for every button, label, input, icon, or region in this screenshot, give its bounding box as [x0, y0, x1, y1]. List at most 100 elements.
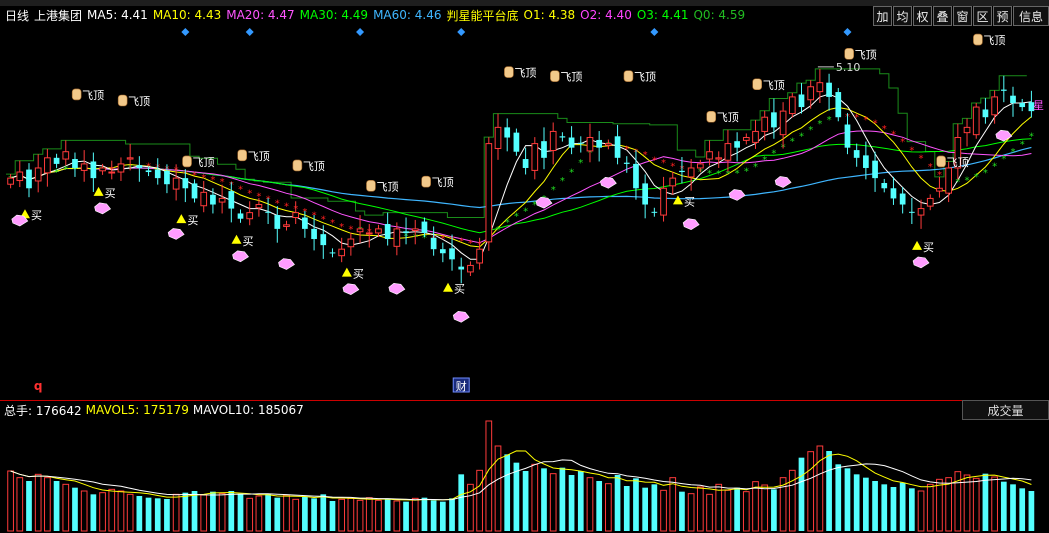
volume-bar-down — [136, 496, 143, 531]
candle-body-down — [642, 183, 649, 205]
volume-bar-up — [724, 489, 732, 532]
fly-top-label: 飞顶 — [128, 95, 150, 108]
volume-bar-down — [881, 484, 888, 531]
mavol5-line — [10, 450, 1032, 501]
candle-body-up — [586, 137, 594, 152]
stock-name: 上港集团 — [34, 8, 83, 23]
trend-star: * — [762, 155, 767, 166]
candle-body-down — [826, 82, 832, 97]
fly-top-label: 飞顶 — [717, 111, 739, 124]
ma10-value: MA10: 4.43 — [152, 8, 222, 22]
volume-bar-up — [485, 420, 493, 532]
fly-top-label: 飞顶 — [193, 156, 215, 169]
fly-top-label: 飞顶 — [947, 156, 969, 169]
hand-icon — [844, 48, 854, 60]
trend-star: * — [523, 206, 528, 217]
volume-selector-button[interactable]: 成交量 — [962, 400, 1049, 420]
o1-value: O1: 4.38 — [523, 8, 576, 22]
trend-star: * — [514, 211, 519, 222]
volume-bar-up — [126, 493, 134, 532]
volume-bar-up — [375, 499, 382, 532]
volume-bar-up — [44, 477, 51, 532]
info-button[interactable]: 信息 — [1013, 6, 1049, 26]
price-chart[interactable]: * * * * * * * * * * * * * * * * * * * * * * * * * * * * * * * * * * * * * * * *… — [0, 26, 1049, 398]
volume-bar-down — [329, 501, 336, 531]
candle-body-up — [788, 96, 796, 115]
fly-top-label: 飞顶 — [303, 160, 325, 173]
trend-star: * — [569, 168, 574, 179]
diamond-icon — [600, 176, 617, 189]
mavol5-value: MAVOL5: 175179 — [85, 403, 189, 417]
buy-arrow-icon — [443, 282, 454, 292]
trend-star: * — [321, 214, 326, 225]
volume-bar-up — [742, 491, 750, 532]
trend-star: * — [707, 168, 712, 179]
volume-bar-down — [1019, 488, 1026, 531]
volume-bar-up — [605, 483, 612, 532]
ma20-value: MA20: 4.47 — [226, 8, 295, 22]
trend-star: * — [873, 119, 878, 130]
volume-bar-down — [421, 497, 428, 531]
volume-bar-up — [816, 445, 824, 532]
candle-body-down — [881, 182, 888, 189]
buy-arrow-icon — [231, 234, 242, 244]
trend-star: * — [909, 146, 914, 157]
volume-bar-up — [365, 497, 373, 532]
forecast-button[interactable]: 预 — [993, 6, 1012, 26]
window-button[interactable]: 窗 — [953, 6, 972, 26]
volume-bar-up — [172, 493, 180, 532]
fly-top-label: 飞顶 — [82, 89, 104, 102]
overlay-button[interactable]: 叠 — [933, 6, 952, 26]
trend-star: * — [330, 218, 335, 229]
volume-bar-down — [26, 481, 32, 531]
average-button[interactable]: 均 — [893, 6, 912, 26]
trend-star: * — [983, 168, 988, 179]
hand-icon — [973, 33, 983, 46]
trend-star: * — [1020, 139, 1025, 150]
diamond-icon — [94, 202, 112, 215]
range-button[interactable]: 区 — [973, 6, 992, 26]
candle-body-down — [863, 155, 869, 168]
trend-star: * — [459, 236, 464, 247]
period-label[interactable]: 日线 — [5, 7, 29, 24]
fly-top-marker: 飞顶 — [504, 66, 536, 80]
buy-label: 买 — [243, 235, 254, 248]
candle-body-up — [467, 264, 474, 273]
candle-body-down — [899, 193, 906, 205]
candle-body-up — [365, 232, 373, 235]
candle-body-up — [283, 224, 290, 227]
hand-icon — [752, 78, 763, 91]
volume-bar-down — [522, 471, 529, 531]
fly-top-marker: 飞顶 — [550, 70, 582, 84]
trend-star: * — [900, 137, 905, 148]
volume-bar-down — [642, 487, 649, 531]
candle-body-down — [439, 249, 446, 254]
trend-star: * — [771, 149, 776, 160]
volume-bar-up — [586, 477, 594, 532]
o3-value: O3: 4.41 — [636, 8, 689, 22]
candle-body-up — [761, 116, 769, 132]
candle-body-up — [752, 130, 759, 143]
fly-top-label: 飞顶 — [983, 34, 1005, 47]
volume-bar-up — [917, 490, 925, 532]
candle-body-down — [26, 169, 32, 189]
candle-body-up — [779, 110, 787, 136]
hand-icon — [623, 70, 634, 82]
volume-bar-up — [715, 483, 723, 532]
trend-star: * — [854, 113, 859, 124]
adjust-button[interactable]: 权 — [913, 6, 932, 26]
add-button[interactable]: 加 — [873, 6, 892, 26]
buy-arrow-icon — [912, 240, 923, 250]
volume-bar-down — [872, 481, 878, 531]
volume-bar-up — [687, 493, 695, 532]
candle-body-down — [265, 211, 271, 213]
trend-star: * — [919, 154, 924, 165]
diamond-icon — [452, 310, 470, 323]
fly-top-marker: 飞顶 — [936, 155, 969, 169]
volume-bar-up — [972, 477, 980, 532]
hand-icon — [292, 159, 303, 172]
volume-bar-up — [669, 477, 677, 532]
diamond-icon — [342, 283, 360, 296]
volume-bar-down — [302, 497, 308, 531]
volume-bar-down — [504, 454, 511, 531]
